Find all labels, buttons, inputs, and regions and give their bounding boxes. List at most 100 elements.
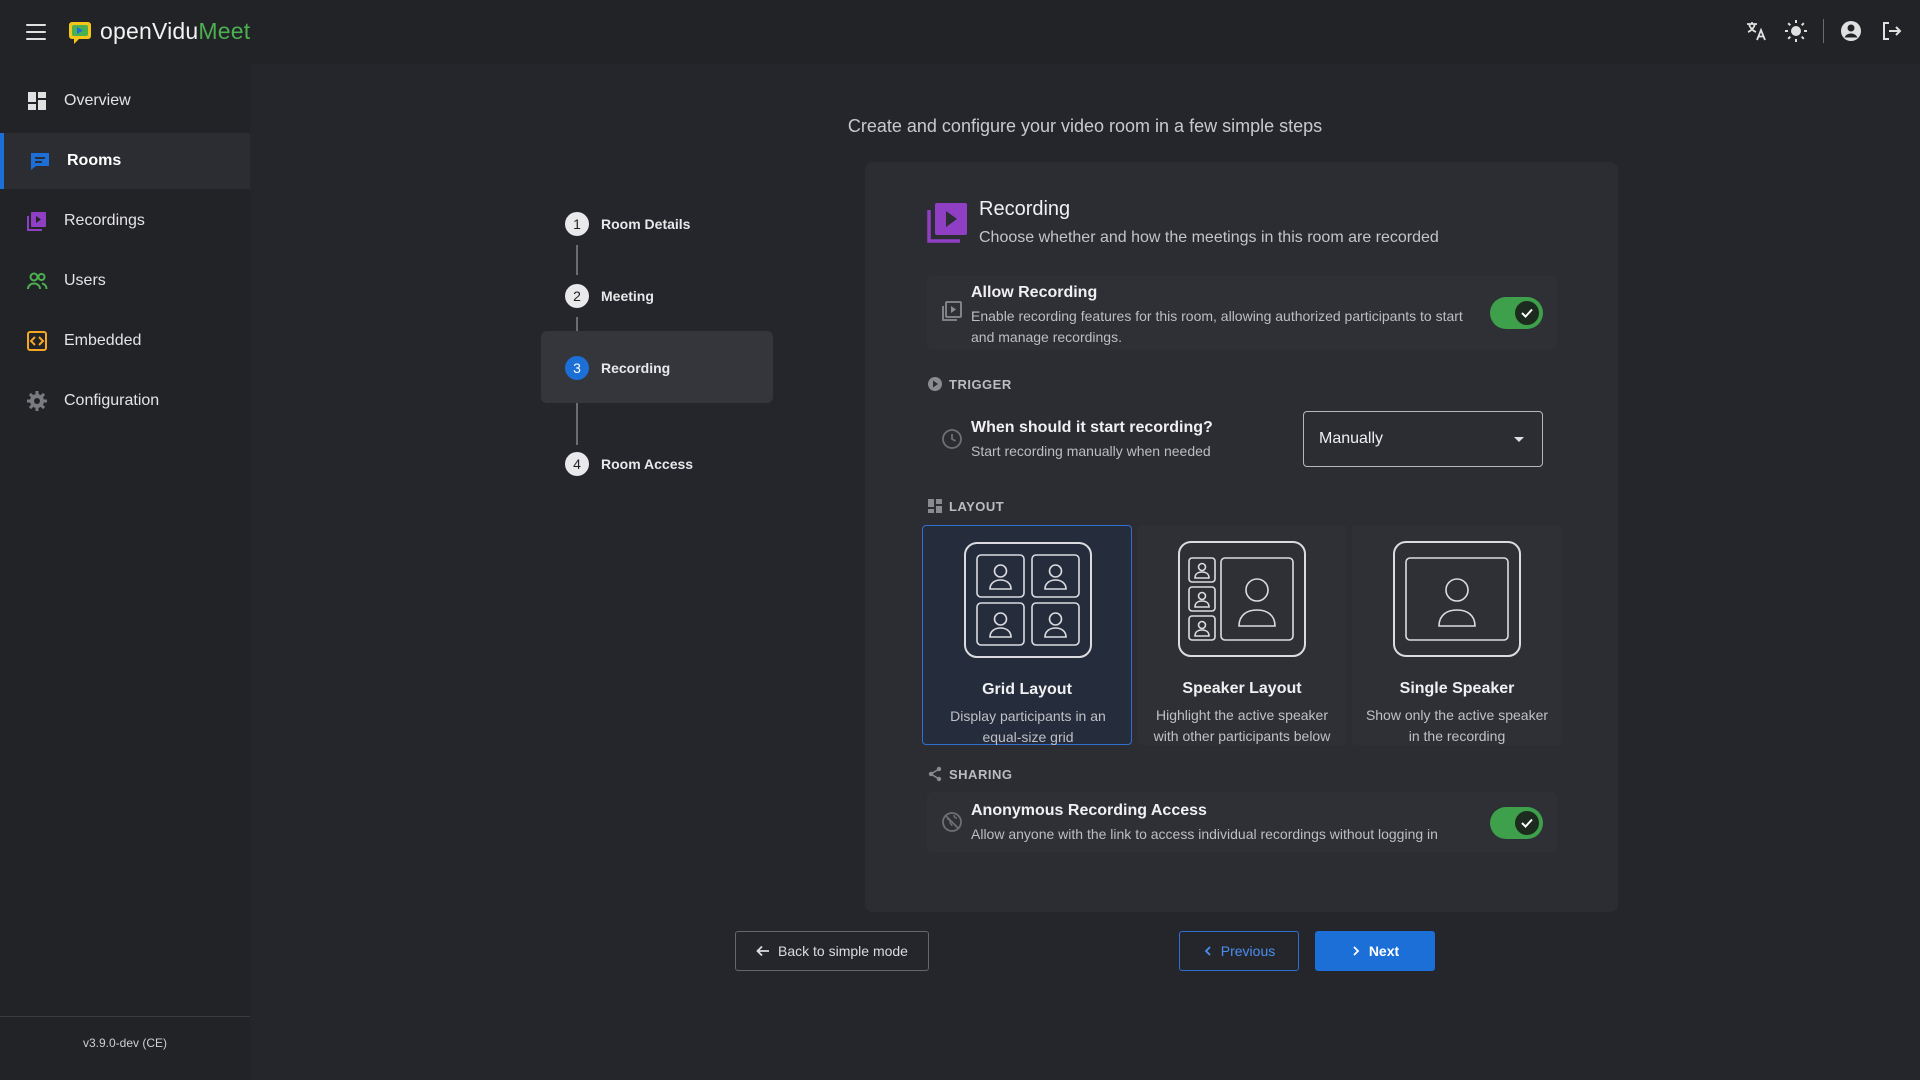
- trigger-section-label: TRIGGER: [927, 376, 1012, 392]
- step-room-details[interactable]: 1 Room Details: [541, 187, 773, 259]
- sidebar-item-label: Rooms: [67, 152, 122, 169]
- sidebar-item-label: Recordings: [64, 212, 145, 229]
- public-off-icon: [942, 812, 962, 832]
- video-library-icon: [942, 301, 962, 321]
- step-room-access[interactable]: 4 Room Access: [541, 427, 773, 499]
- share-icon: [928, 766, 942, 782]
- sidebar-item-embedded[interactable]: Embedded: [0, 313, 250, 369]
- chevron-down-icon: [1514, 437, 1524, 442]
- video-library-icon: [27, 212, 46, 231]
- layout-option-grid[interactable]: Grid Layout Display participants in an e…: [922, 525, 1132, 745]
- description-line: with other participants below: [1153, 728, 1331, 744]
- next-button[interactable]: Next: [1315, 931, 1435, 971]
- app-logo[interactable]: openViduMeet: [68, 18, 250, 45]
- sidebar-item-label: Overview: [64, 92, 131, 109]
- description-line: equal-size grid: [982, 729, 1074, 745]
- previous-button[interactable]: Previous: [1179, 931, 1299, 971]
- description-line: in the recording: [1408, 728, 1506, 744]
- step-number: 2: [565, 284, 589, 308]
- step-label: Room Access: [601, 456, 694, 472]
- grid-layout-icon: [964, 542, 1092, 658]
- top-bar: openViduMeet: [0, 0, 1920, 64]
- speaker-layout-icon: [1178, 541, 1306, 657]
- anonymous-access-row: Anonymous Recording Access Allow anyone …: [927, 792, 1557, 852]
- layout-option-description: Highlight the active speaker with other …: [1147, 705, 1337, 747]
- recording-trigger-select[interactable]: Manually: [1303, 411, 1543, 467]
- step-label: Room Details: [601, 216, 691, 232]
- description-line: Highlight the active speaker: [1156, 707, 1328, 723]
- layout-option-speaker[interactable]: Speaker Layout Highlight the active spea…: [1137, 525, 1347, 745]
- version-label: v3.9.0-dev (CE): [82, 1036, 168, 1050]
- sidebar-item-rooms[interactable]: Rooms: [0, 133, 250, 189]
- sidebar: Overview Rooms Recordings Users Embedded…: [0, 64, 250, 1080]
- code-box-icon: [27, 331, 47, 351]
- sidebar-divider: [0, 1016, 250, 1017]
- section-label-text: LAYOUT: [949, 498, 1005, 514]
- anonymous-access-toggle[interactable]: [1490, 807, 1543, 839]
- section-label-text: SHARING: [949, 766, 1013, 782]
- single-speaker-layout-icon: [1393, 541, 1521, 657]
- layout-option-name: Grid Layout: [982, 681, 1072, 698]
- step-meeting[interactable]: 2 Meeting: [541, 259, 773, 331]
- logout-icon[interactable]: [1878, 14, 1904, 48]
- check-icon: [1515, 301, 1539, 325]
- allow-recording-description: Enable recording features for this room,…: [971, 306, 1463, 348]
- description-line: Enable recording features for this room,…: [971, 308, 1463, 324]
- trigger-hint: Start recording manually when needed: [971, 443, 1211, 459]
- video-library-icon: [927, 203, 967, 243]
- anonymous-access-description: Allow anyone with the link to access ind…: [971, 826, 1438, 842]
- back-to-simple-mode-button[interactable]: Back to simple mode: [735, 931, 929, 971]
- layout-section-label: LAYOUT: [927, 498, 1004, 514]
- page-subtitle: Create and configure your video room in …: [847, 116, 1323, 136]
- select-value: Manually: [1319, 430, 1384, 447]
- sidebar-item-recordings[interactable]: Recordings: [0, 193, 250, 249]
- theme-light-icon[interactable]: [1783, 14, 1809, 48]
- description-line: Display participants in an: [950, 708, 1106, 724]
- sidebar-item-label: Embedded: [64, 332, 142, 349]
- layout-option-single-speaker[interactable]: Single Speaker Show only the active spea…: [1352, 525, 1562, 745]
- recording-settings-card: Recording Choose whether and how the mee…: [865, 162, 1618, 912]
- layout-option-description: Display participants in an equal-size gr…: [933, 706, 1123, 748]
- step-label: Meeting: [601, 288, 654, 304]
- button-label: Next: [1368, 943, 1400, 959]
- description-line: Show only the active speaker: [1365, 707, 1549, 723]
- translate-icon[interactable]: [1743, 14, 1769, 48]
- logo-text-accent: Meet: [198, 18, 251, 44]
- sidebar-item-users[interactable]: Users: [0, 253, 250, 309]
- dashboard-icon: [928, 499, 942, 513]
- allow-recording-toggle[interactable]: [1490, 297, 1543, 329]
- chevron-left-icon: [1204, 946, 1211, 956]
- button-label: Back to simple mode: [778, 943, 908, 959]
- button-label: Previous: [1220, 943, 1276, 959]
- sidebar-item-label: Configuration: [64, 392, 160, 409]
- arrow-back-icon: [756, 945, 770, 957]
- group-icon: [27, 272, 48, 290]
- chat-bubble-icon: [31, 153, 49, 170]
- check-icon: [1515, 811, 1539, 835]
- card-description: Choose whether and how the meetings in t…: [979, 229, 1439, 246]
- chevron-right-icon: [1353, 946, 1360, 956]
- trigger-question: When should it start recording?: [971, 419, 1213, 436]
- allow-recording-row: Allow Recording Enable recording feature…: [927, 276, 1557, 350]
- anonymous-access-title: Anonymous Recording Access: [971, 802, 1207, 819]
- layout-option-name: Single Speaker: [1399, 680, 1515, 697]
- step-number: 4: [565, 452, 589, 476]
- openvidu-logo-icon: [69, 21, 91, 44]
- layout-option-name: Speaker Layout: [1182, 680, 1302, 697]
- step-number: 3: [565, 356, 589, 380]
- section-label-text: TRIGGER: [949, 376, 1012, 392]
- menu-icon[interactable]: [20, 18, 52, 46]
- sidebar-item-configuration[interactable]: Configuration: [0, 373, 250, 429]
- step-recording[interactable]: 3 Recording: [541, 331, 773, 403]
- card-title: Recording: [979, 198, 1071, 220]
- logo-text-primary: openVidu: [100, 18, 199, 44]
- description-line: and manage recordings.: [971, 329, 1122, 345]
- sidebar-item-label: Users: [64, 272, 106, 289]
- sharing-section-label: SHARING: [927, 766, 1012, 782]
- step-number: 1: [565, 212, 589, 236]
- gear-icon: [27, 391, 47, 411]
- play-circle-icon: [928, 377, 942, 391]
- dashboard-icon: [28, 92, 46, 110]
- account-circle-icon[interactable]: [1838, 14, 1864, 48]
- sidebar-item-overview[interactable]: Overview: [0, 73, 250, 129]
